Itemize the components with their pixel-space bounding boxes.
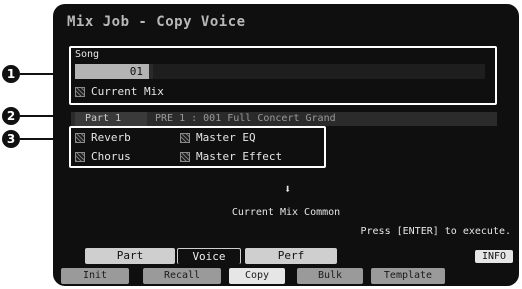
mode-tabs: Part Voice Perf (59, 248, 515, 264)
job-subtabs: Init Recall Copy Bulk Template (59, 268, 515, 284)
callout-2: 2 (2, 107, 20, 125)
callout-3: 3 (2, 130, 20, 148)
copy-options-highlight (69, 126, 326, 168)
tab-perf[interactable]: Perf (245, 248, 337, 264)
callout-1: 1 (2, 65, 20, 83)
voice-name: PRE 1 : 001 Full Concert Grand (155, 113, 336, 124)
tab-voice[interactable]: Voice (177, 248, 241, 264)
tab-part[interactable]: Part (85, 248, 175, 264)
part-row: Part 1 PRE 1 : 001 Full Concert Grand (71, 112, 497, 126)
subtab-init[interactable]: Init (61, 268, 129, 284)
lcd-screen: Mix Job - Copy Voice Song 01 Current Mix… (53, 4, 519, 286)
part-number[interactable]: Part 1 (75, 112, 147, 126)
window-title: Mix Job - Copy Voice (67, 14, 246, 30)
subtab-bulk[interactable]: Bulk (297, 268, 363, 284)
subtab-copy[interactable]: Copy (229, 268, 285, 284)
subtab-recall[interactable]: Recall (143, 268, 221, 284)
down-arrow-icon: ⬇ (284, 182, 292, 196)
subtab-template[interactable]: Template (371, 268, 445, 284)
destination-label: Current Mix Common (231, 207, 341, 218)
execute-hint: Press [ENTER] to execute. (360, 226, 511, 237)
info-button[interactable]: INFO (475, 250, 513, 263)
song-section-highlight (69, 46, 497, 105)
